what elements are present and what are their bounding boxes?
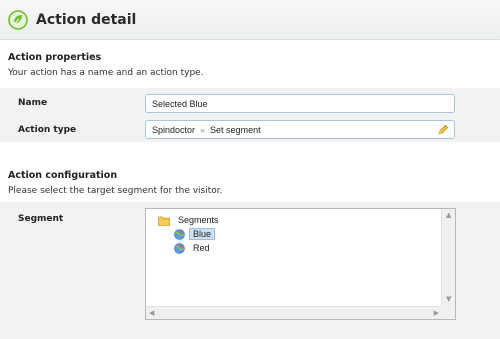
action-type-name: Set segment xyxy=(210,125,261,135)
segment-globe-icon xyxy=(174,228,185,240)
tree-node-red[interactable]: Red xyxy=(174,242,214,254)
tree-node-label: Blue xyxy=(189,228,216,240)
tree-node-segments[interactable]: Segments xyxy=(158,214,223,226)
tree-node-label: Red xyxy=(193,243,210,253)
action-type-field[interactable]: Spindoctor » Set segment xyxy=(145,120,455,139)
page-header: Action detail xyxy=(0,0,500,40)
page-title: Action detail xyxy=(36,11,137,28)
name-label: Name xyxy=(18,98,48,108)
segment-tree[interactable]: Segments Blue Red ▲ ▼ ◀ ▶ xyxy=(145,208,456,320)
tree-node-label: Segments xyxy=(178,215,219,225)
properties-panel: Name Action type Spindoctor » Set segment xyxy=(0,88,500,142)
breadcrumb-separator: » xyxy=(200,125,206,135)
segment-label: Segment xyxy=(18,214,64,224)
properties-description: Your action has a name and an action typ… xyxy=(8,68,204,78)
scroll-up-arrow-icon[interactable]: ▲ xyxy=(446,212,451,219)
pencil-edit-icon[interactable] xyxy=(437,124,449,136)
action-type-category: Spindoctor xyxy=(152,125,196,135)
horizontal-scrollbar[interactable]: ◀ ▶ xyxy=(146,306,442,319)
name-input[interactable] xyxy=(145,94,455,113)
scrollbar-corner xyxy=(441,306,455,319)
action-type-label: Action type xyxy=(18,125,77,135)
vertical-scrollbar[interactable]: ▲ ▼ xyxy=(441,209,455,306)
properties-section-title: Action properties xyxy=(8,52,102,63)
scroll-right-arrow-icon[interactable]: ▶ xyxy=(434,310,439,317)
action-leaf-icon xyxy=(8,9,28,30)
scroll-left-arrow-icon[interactable]: ◀ xyxy=(149,310,154,317)
configuration-section-title: Action configuration xyxy=(8,170,118,181)
folder-icon xyxy=(158,216,170,226)
segment-globe-icon xyxy=(174,242,185,254)
tree-node-blue[interactable]: Blue xyxy=(174,228,216,240)
configuration-description: Please select the target segment for the… xyxy=(8,186,223,196)
scroll-down-arrow-icon[interactable]: ▼ xyxy=(446,296,451,303)
